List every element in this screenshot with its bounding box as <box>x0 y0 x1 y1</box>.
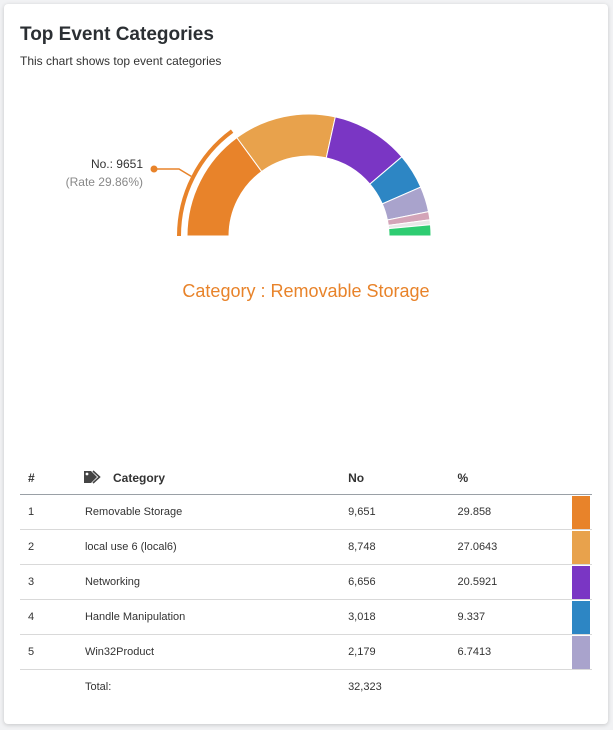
row-swatch-cell <box>572 564 592 600</box>
row-count: 3,018 <box>348 599 458 635</box>
table-total-row: Total: 32,323 <box>20 670 592 705</box>
row-category: Handle Manipulation <box>84 599 349 635</box>
total-empty-swatch <box>572 670 592 705</box>
row-percent: 29.858 <box>457 494 573 530</box>
color-swatch <box>572 635 591 669</box>
row-percent: 20.5921 <box>457 564 573 600</box>
row-index: 3 <box>20 564 85 600</box>
row-count: 6,656 <box>348 564 458 600</box>
category-table: # Category No % 1 Removable Storage 9,651 2… <box>20 462 592 704</box>
column-header-swatch <box>572 462 592 495</box>
row-index: 1 <box>20 494 85 530</box>
semi-donut-chart: No.: 9651 (Rate 29.86%) <box>66 113 432 237</box>
column-header-no: No <box>348 462 458 495</box>
tooltip-rate: (Rate 29.86%) <box>66 175 143 189</box>
row-category: local use 6 (local6) <box>84 529 349 565</box>
column-header-percent: % <box>457 462 573 495</box>
row-index: 4 <box>20 599 85 635</box>
total-empty <box>458 670 572 705</box>
table-row[interactable]: 2 local use 6 (local6) 8,748 27.0643 <box>20 529 592 565</box>
table-row[interactable]: 4 Handle Manipulation 3,018 9.337 <box>20 599 592 635</box>
row-count: 9,651 <box>348 494 458 530</box>
total-label: Total: <box>84 681 112 693</box>
tags-icon <box>83 469 103 487</box>
color-swatch <box>572 600 591 634</box>
selected-category-label: Category : Removable Storage <box>182 281 430 301</box>
color-swatch <box>572 530 591 564</box>
tooltip-connector <box>154 168 192 177</box>
total-spacer <box>20 670 85 705</box>
color-swatch <box>572 565 591 599</box>
column-header-category: Category <box>83 462 349 495</box>
chart-card: Top Event Categories This chart shows to… <box>4 4 608 724</box>
row-swatch-cell <box>572 634 592 670</box>
row-count: 8,748 <box>348 529 458 565</box>
row-percent: 9.337 <box>457 599 573 635</box>
row-percent: 6.7413 <box>457 634 573 670</box>
tooltip-dot <box>150 165 158 173</box>
table-row[interactable]: 5 Win32Product 2,179 6.7413 <box>20 634 592 670</box>
table-row[interactable]: 1 Removable Storage 9,651 29.858 <box>20 494 592 530</box>
row-index: 2 <box>20 529 85 565</box>
row-count: 2,179 <box>348 634 458 670</box>
row-percent: 27.0643 <box>457 529 573 565</box>
table-row[interactable]: 3 Networking 6,656 20.5921 <box>20 564 592 600</box>
column-header-category-label: Category <box>112 471 165 485</box>
table-header-row: # Category No % <box>20 462 592 495</box>
row-category: Win32Product <box>84 634 349 670</box>
color-swatch <box>572 495 591 529</box>
row-swatch-cell <box>572 599 592 635</box>
row-swatch-cell <box>572 494 592 530</box>
tooltip-count: No.: 9651 <box>91 157 143 171</box>
row-index: 5 <box>20 634 85 670</box>
row-category: Networking <box>84 564 349 600</box>
column-header-index: # <box>20 462 85 495</box>
row-swatch-cell <box>572 529 592 565</box>
row-category: Removable Storage <box>84 494 349 530</box>
total-value: 32,323 <box>348 681 382 693</box>
